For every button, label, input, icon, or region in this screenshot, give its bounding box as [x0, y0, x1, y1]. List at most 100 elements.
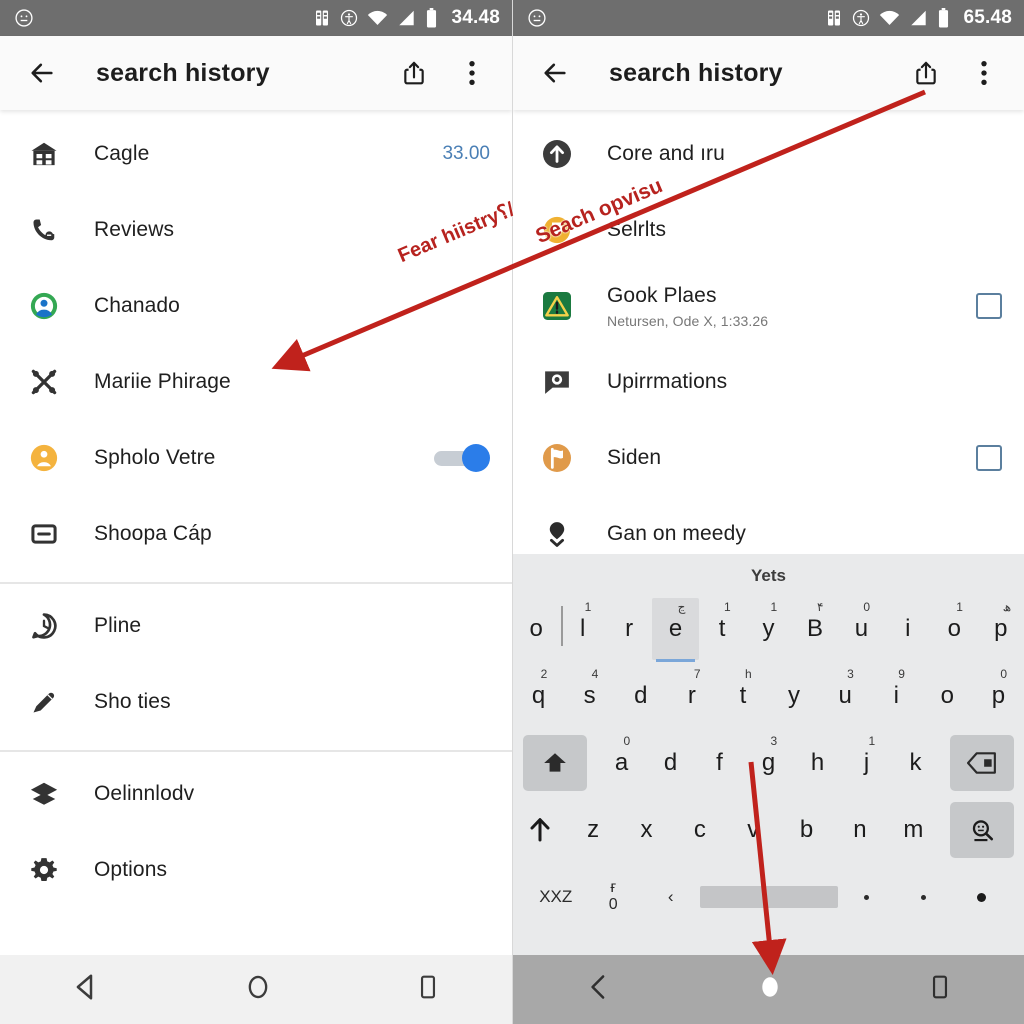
period-key-1[interactable]: [838, 894, 896, 900]
key-label: y: [762, 615, 775, 642]
key-label: u: [838, 682, 852, 709]
nav-back-icon[interactable]: [585, 973, 613, 1006]
key-r-2[interactable]: 7r: [666, 665, 717, 727]
key-x[interactable]: x: [620, 799, 673, 861]
language-key[interactable]: ғ 0: [585, 879, 643, 914]
shift-filled-icon[interactable]: [523, 735, 587, 791]
status-clock: 65.48: [963, 7, 1012, 28]
share-icon[interactable]: [394, 53, 434, 93]
key-a[interactable]: 0a: [597, 732, 646, 794]
nav-home-icon[interactable]: [756, 973, 784, 1006]
nav-home-icon[interactable]: [244, 973, 272, 1006]
key-v[interactable]: v: [727, 799, 780, 861]
list-item[interactable]: Pline: [0, 588, 512, 664]
more-vert-icon[interactable]: [452, 53, 492, 93]
key-m[interactable]: m: [887, 799, 940, 861]
key-z[interactable]: z: [566, 799, 619, 861]
list-item[interactable]: Siden: [513, 420, 1024, 496]
space-key[interactable]: [699, 886, 838, 908]
list-item[interactable]: Shoopa Cáp: [0, 496, 512, 572]
key-label: o: [947, 615, 961, 642]
nav-recents-icon[interactable]: [415, 974, 441, 1005]
list-item-checkbox[interactable]: [976, 445, 1002, 471]
face-icon: [14, 8, 34, 28]
key-i-2[interactable]: 9i: [871, 665, 922, 727]
key-k[interactable]: k: [891, 732, 940, 794]
key-d-2[interactable]: d: [646, 732, 695, 794]
key-sup: 1: [868, 734, 876, 748]
keyboard-row-4: z x c v b n m: [513, 799, 1024, 866]
key-f[interactable]: f: [695, 732, 744, 794]
key-o[interactable]: o: [513, 598, 559, 660]
list-item[interactable]: Upirrmations: [513, 344, 1024, 420]
list-item[interactable]: Chanado: [0, 268, 512, 344]
key-t[interactable]: 1t: [699, 598, 745, 660]
cutlery-icon: [22, 367, 66, 397]
list-item-label: Gook Plaes: [607, 283, 717, 307]
list-item[interactable]: Core and ıru: [513, 116, 1024, 192]
list-item-checkbox[interactable]: [976, 293, 1002, 319]
key-c[interactable]: c: [673, 799, 726, 861]
key-label: b: [799, 816, 814, 843]
list-item[interactable]: Oelinnlodv: [0, 756, 512, 832]
wifi-icon: [367, 9, 388, 27]
key-t-2[interactable]: һt: [717, 665, 768, 727]
symbols-key[interactable]: XXZ: [527, 887, 585, 907]
nav-back-icon[interactable]: [71, 972, 101, 1007]
key-o-2[interactable]: 1o: [931, 598, 977, 660]
list-item-label: Core and ıru: [607, 142, 725, 165]
key-r[interactable]: r: [606, 598, 652, 660]
share-icon[interactable]: [906, 53, 946, 93]
key-e[interactable]: ڃe: [652, 598, 699, 662]
key-l[interactable]: 1l: [559, 598, 605, 660]
key-n[interactable]: n: [833, 799, 886, 861]
key-i[interactable]: i: [885, 598, 931, 660]
key-o-3[interactable]: o: [922, 665, 973, 727]
chevron-left-icon[interactable]: ‹: [642, 887, 700, 907]
suggestion-word[interactable]: Yets: [751, 566, 786, 586]
key-b[interactable]: b: [780, 799, 833, 861]
key-p-2[interactable]: 0p: [973, 665, 1024, 727]
back-arrow-icon[interactable]: [22, 53, 62, 93]
signal-icon: [397, 9, 416, 27]
toggle-switch[interactable]: [434, 444, 490, 472]
key-label: k: [909, 749, 922, 776]
list-item-label: Options: [94, 858, 168, 881]
list-item[interactable]: Sho ties: [0, 664, 512, 740]
key-sup: 7: [693, 667, 701, 681]
list-item[interactable]: Options: [0, 832, 512, 908]
key-y-2[interactable]: y: [769, 665, 820, 727]
list-item[interactable]: Cagle 33.00: [0, 116, 512, 192]
key-sup: һ: [744, 667, 752, 681]
period-key-3[interactable]: [953, 892, 1011, 902]
key-u[interactable]: 0u: [838, 598, 884, 660]
list-item[interactable]: Selrlts: [513, 192, 1024, 268]
key-B[interactable]: ۴B: [792, 598, 838, 660]
key-s[interactable]: 4s: [564, 665, 615, 727]
arrow-up-circle-icon: [535, 138, 579, 170]
back-arrow-icon[interactable]: [535, 53, 575, 93]
remove-box-icon: [22, 520, 66, 548]
key-q[interactable]: 2q: [513, 665, 564, 727]
backspace-icon[interactable]: [950, 735, 1014, 791]
battery-icon: [937, 8, 950, 28]
list-item[interactable]: Mariie Phirage: [0, 344, 512, 420]
key-p[interactable]: ھp: [978, 598, 1024, 660]
list-item[interactable]: Spholo Vetre: [0, 420, 512, 496]
key-label: s: [583, 682, 596, 709]
key-y[interactable]: 1y: [745, 598, 791, 660]
more-vert-icon[interactable]: [964, 53, 1004, 93]
key-label: h: [810, 749, 825, 776]
suggestion-bar[interactable]: Yets: [513, 554, 1024, 598]
list-item[interactable]: Reviews: [0, 192, 512, 268]
nav-recents-icon[interactable]: [927, 974, 953, 1005]
emoji-search-icon[interactable]: [950, 802, 1014, 858]
key-u-2[interactable]: 3u: [820, 665, 871, 727]
key-j[interactable]: 1j: [842, 732, 891, 794]
key-g[interactable]: 3g: [744, 732, 793, 794]
period-key-2[interactable]: [895, 894, 953, 900]
key-d[interactable]: d: [615, 665, 666, 727]
list-item[interactable]: Gook Plaes Netursen, Ode X, 1:33.26: [513, 268, 1024, 344]
key-h[interactable]: h: [793, 732, 842, 794]
shift-arrow-icon[interactable]: [513, 799, 566, 861]
